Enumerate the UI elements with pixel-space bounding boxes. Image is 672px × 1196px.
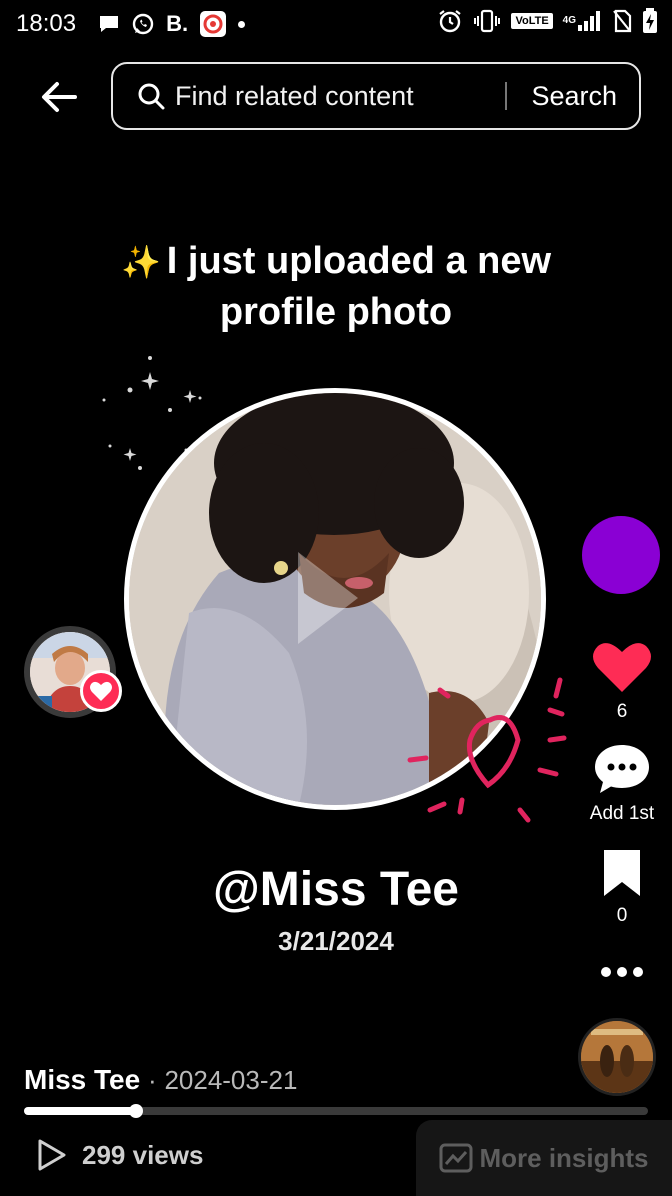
play-overlay-icon[interactable] [292,548,362,648]
comment-icon [595,745,649,793]
save-button[interactable]: 0 [582,848,662,927]
status-right-icons: VoLTE 4G [437,8,658,34]
video-handle: @Miss Tee [213,863,459,916]
video-date: 3/21/2024 [278,926,394,956]
whatsapp-icon [132,13,154,35]
no-sim-icon [612,9,632,33]
vibrate-icon [473,9,501,33]
carrier-label: B. [166,11,189,36]
search-divider [505,82,508,110]
more-insights-button[interactable]: More insights [416,1120,672,1196]
search-input[interactable]: Find related content [175,81,505,112]
more-dots-icon [601,967,643,977]
insights-chart-icon [439,1143,473,1173]
post-date: 2024-03-21 [164,1065,298,1095]
save-count: 0 [616,905,628,926]
headline-text: I just uploaded a new profile photo [166,240,552,333]
dot-icon [238,20,246,28]
progress-bar[interactable] [24,1104,648,1118]
status-left-icons: B. [98,11,246,37]
like-button[interactable]: 6 [582,640,662,723]
music-disc[interactable] [578,1018,656,1096]
signal-icon: 4G [563,10,602,32]
follow-heart-button[interactable] [80,670,122,712]
search-icon [137,82,165,110]
author-line: Miss Tee · 2024-03-21 [24,1064,297,1096]
back-arrow-icon [42,82,77,112]
progress-handle[interactable] [129,1104,144,1118]
back-button[interactable] [36,74,82,120]
status-bar: 18:03 B. VoLTE 4G [0,0,672,48]
insights-label: More insights [479,1142,649,1173]
volte-badge: VoLTE [511,13,553,29]
play-outline-icon [38,1139,66,1171]
like-heart-icon [593,643,651,692]
progress-fill [24,1107,137,1115]
views-row: 299 views [36,1138,203,1172]
search-bar[interactable]: Find related content Search [111,62,641,130]
bookmark-icon [604,850,640,896]
view-count: 299 views [82,1139,204,1170]
alarm-icon [437,8,463,34]
status-time: 18:03 [16,10,77,37]
message-icon [98,14,120,34]
author-separator: · [147,1065,157,1095]
doodle-decoration [407,677,567,823]
profile-avatar-button[interactable] [582,516,660,594]
comment-button[interactable]: Add 1st [582,742,662,825]
like-count: 6 [616,701,628,722]
music-cover-image [581,1021,653,1093]
search-button[interactable]: Search [531,81,617,112]
network-type: 4G [562,15,576,26]
video-headline: ✨ I just uploaded a new profile photo [60,236,612,337]
author-name[interactable]: Miss Tee [24,1064,140,1095]
heart-icon [90,681,112,701]
comment-count: Add 1st [589,803,655,824]
battery-charging-icon [642,8,658,34]
app-icon [200,11,227,37]
sparkles-emoji: ✨ [120,244,161,280]
more-options-button[interactable] [582,962,662,987]
